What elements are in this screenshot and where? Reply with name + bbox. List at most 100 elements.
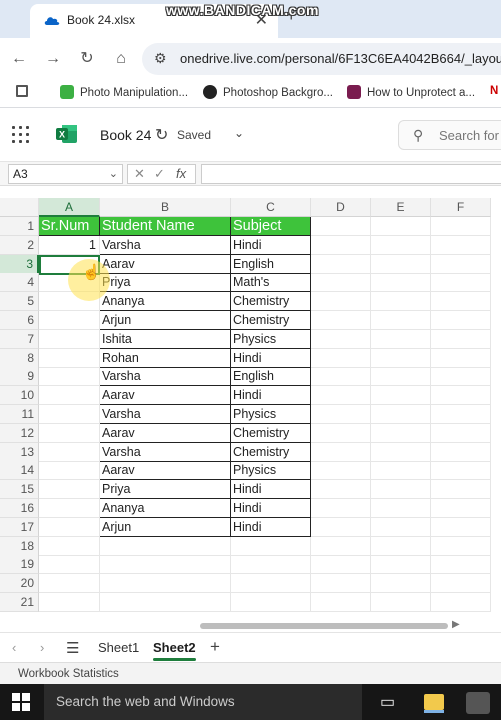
file-explorer-icon[interactable] xyxy=(424,694,444,713)
table-cell[interactable]: 1 xyxy=(39,235,100,255)
table-cell[interactable]: Physics xyxy=(231,461,311,481)
empty-cell[interactable] xyxy=(371,480,431,500)
table-cell[interactable]: Ananya xyxy=(100,499,231,518)
empty-cell[interactable] xyxy=(431,292,491,312)
empty-cell[interactable] xyxy=(431,574,491,594)
empty-cell[interactable] xyxy=(311,423,371,443)
empty-cell[interactable] xyxy=(371,217,431,236)
table-cell[interactable]: Aarav xyxy=(100,461,231,481)
row-header-9[interactable]: 9 xyxy=(0,367,39,387)
row-header-12[interactable]: 12 xyxy=(0,423,39,443)
empty-cell[interactable] xyxy=(311,480,371,500)
empty-cell[interactable] xyxy=(311,292,371,312)
empty-cell[interactable] xyxy=(311,555,371,575)
table-cell[interactable]: Arjun xyxy=(100,311,231,330)
empty-cell[interactable] xyxy=(231,574,311,594)
table-cell[interactable] xyxy=(39,367,100,387)
row-header-3[interactable]: 3 xyxy=(0,254,39,274)
row-header-16[interactable]: 16 xyxy=(0,499,39,518)
table-cell[interactable]: Chemistry xyxy=(231,311,311,330)
empty-cell[interactable] xyxy=(371,593,431,612)
table-cell[interactable] xyxy=(39,386,100,406)
empty-cell[interactable] xyxy=(39,536,100,556)
empty-cell[interactable] xyxy=(431,593,491,612)
cancel-icon[interactable]: ✕ xyxy=(134,166,145,182)
table-cell[interactable]: Hindi xyxy=(231,517,311,537)
empty-cell[interactable] xyxy=(231,555,311,575)
empty-cell[interactable] xyxy=(311,235,371,255)
row-header-8[interactable]: 8 xyxy=(0,348,39,368)
empty-cell[interactable] xyxy=(371,536,431,556)
empty-cell[interactable] xyxy=(311,517,371,537)
empty-cell[interactable] xyxy=(100,555,231,575)
empty-cell[interactable] xyxy=(39,555,100,575)
workbook-statistics[interactable]: Workbook Statistics xyxy=(18,668,119,680)
bookmark-item[interactable]: How to Unprotect a... xyxy=(347,85,475,99)
row-header-18[interactable]: 18 xyxy=(0,536,39,556)
empty-cell[interactable] xyxy=(311,311,371,330)
table-header-cell[interactable]: Student Name xyxy=(100,217,231,236)
empty-cell[interactable] xyxy=(311,499,371,518)
empty-cell[interactable] xyxy=(311,593,371,612)
table-cell[interactable]: Priya xyxy=(100,480,231,500)
prev-sheet-icon[interactable]: ‹ xyxy=(12,640,16,655)
column-header-d[interactable]: D xyxy=(311,198,371,217)
function-icon[interactable]: fx xyxy=(176,166,186,181)
empty-cell[interactable] xyxy=(431,405,491,424)
empty-cell[interactable] xyxy=(39,593,100,612)
table-cell[interactable]: English xyxy=(231,367,311,387)
empty-cell[interactable] xyxy=(39,574,100,594)
chevron-down-icon[interactable]: ⌄ xyxy=(234,126,244,140)
bookmark-item[interactable]: N xyxy=(490,85,498,97)
row-header-4[interactable]: 4 xyxy=(0,273,39,293)
row-header-14[interactable]: 14 xyxy=(0,461,39,481)
confirm-icon[interactable]: ✓ xyxy=(154,166,165,182)
row-header-11[interactable]: 11 xyxy=(0,405,39,424)
table-cell[interactable]: Aarav xyxy=(100,254,231,274)
horizontal-scrollbar[interactable] xyxy=(200,623,448,629)
empty-cell[interactable] xyxy=(431,329,491,349)
row-header-19[interactable]: 19 xyxy=(0,555,39,575)
empty-cell[interactable] xyxy=(311,348,371,368)
add-sheet-button[interactable]: + xyxy=(210,637,220,657)
table-cell[interactable] xyxy=(39,423,100,443)
table-cell[interactable] xyxy=(39,442,100,462)
table-cell[interactable] xyxy=(39,480,100,500)
table-cell[interactable]: Priya xyxy=(100,273,231,293)
workbook-name[interactable]: Book 24 xyxy=(100,127,151,143)
site-info-icon[interactable]: ⚙ xyxy=(154,50,167,67)
table-cell[interactable]: Aarav xyxy=(100,386,231,406)
empty-cell[interactable] xyxy=(311,574,371,594)
row-header-10[interactable]: 10 xyxy=(0,386,39,406)
empty-cell[interactable] xyxy=(431,386,491,406)
empty-cell[interactable] xyxy=(311,329,371,349)
empty-cell[interactable] xyxy=(431,480,491,500)
table-cell[interactable]: Math's xyxy=(231,273,311,293)
task-view-icon[interactable]: ▭ xyxy=(380,692,395,712)
table-cell[interactable]: Physics xyxy=(231,405,311,424)
empty-cell[interactable] xyxy=(311,461,371,481)
name-box[interactable]: A3 ⌄ xyxy=(8,164,123,184)
row-header-20[interactable]: 20 xyxy=(0,574,39,594)
table-cell[interactable] xyxy=(39,329,100,349)
empty-cell[interactable] xyxy=(431,442,491,462)
column-header-c[interactable]: C xyxy=(231,198,311,217)
windows-logo-icon[interactable] xyxy=(12,693,30,711)
table-cell[interactable]: Physics xyxy=(231,329,311,349)
forward-arrow-icon[interactable]: → xyxy=(42,48,64,70)
empty-cell[interactable] xyxy=(311,217,371,236)
table-cell[interactable]: Varsha xyxy=(100,367,231,387)
empty-cell[interactable] xyxy=(311,254,371,274)
empty-cell[interactable] xyxy=(431,311,491,330)
search-box[interactable]: ⚲ Search for xyxy=(398,120,501,150)
table-cell[interactable]: Hindi xyxy=(231,348,311,368)
empty-cell[interactable] xyxy=(371,386,431,406)
column-header-b[interactable]: B xyxy=(100,198,231,217)
table-cell[interactable]: Ishita xyxy=(100,329,231,349)
empty-cell[interactable] xyxy=(371,235,431,255)
apps-icon[interactable] xyxy=(16,85,34,97)
table-cell[interactable] xyxy=(39,499,100,518)
empty-cell[interactable] xyxy=(311,386,371,406)
table-cell[interactable]: Varsha xyxy=(100,405,231,424)
row-header-17[interactable]: 17 xyxy=(0,517,39,537)
